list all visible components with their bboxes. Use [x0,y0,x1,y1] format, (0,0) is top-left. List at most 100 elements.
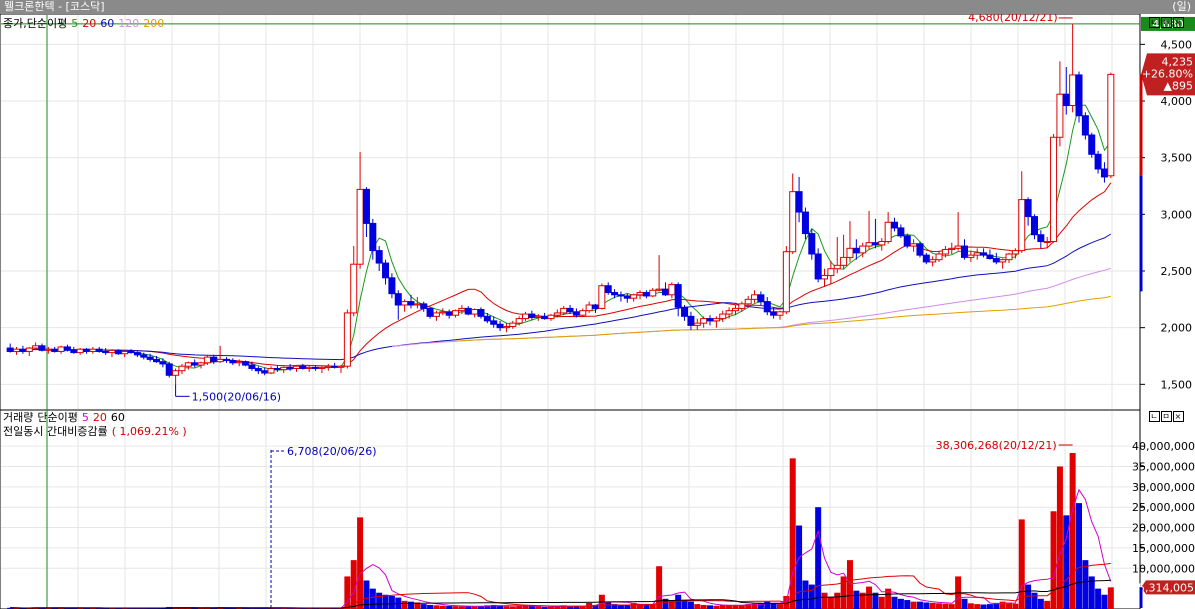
candle-body [986,254,994,260]
price-legend-label: 종가,단순이평 [3,17,68,30]
volume-bar [846,560,853,609]
candle-body [445,311,453,316]
candle-body [273,367,281,371]
candle-body [604,285,612,294]
volume-low-label: 6,708(20/06/26) [287,445,376,458]
volume-sub-legend: 전일동시 간대비증감률( 1,069.21% ) [3,425,191,438]
candle-body [891,221,899,229]
candle-body [509,322,517,328]
minimize-button[interactable]: ㄴ [1149,17,1160,28]
maximize-button[interactable]: ㅁ [1161,17,1172,28]
volume-bar [357,517,364,609]
candle-body [432,312,440,317]
candle-body [1062,93,1070,107]
volume-bar [942,603,949,609]
volume-bar [420,604,427,609]
candle-body [121,350,129,355]
candle-body [70,349,78,354]
volume-bar [929,602,936,609]
candle-body [566,307,574,313]
price-tick-label: 3,500 [1161,152,1193,165]
volume-bar [401,600,408,609]
candle-body [598,285,606,309]
vol-maximize-button[interactable]: ㅁ [1161,411,1172,422]
volume-bar [974,604,981,609]
candle-body [191,362,199,366]
candle-body [770,311,778,316]
candle-body [127,350,135,354]
candle-body [13,348,21,352]
candle-body [591,304,599,309]
candle-body [146,356,154,360]
volume-bar [923,602,930,609]
candle-body [324,365,332,368]
candle-body [178,365,186,372]
candle-body [1030,216,1038,236]
vol-minimize-button[interactable]: ㄴ [1149,411,1160,422]
candle-body [1081,115,1089,136]
volume-tick-label: 15,000,000 [1132,542,1195,555]
candle-body [312,366,320,369]
candle-body [547,314,555,320]
volume-bar [878,596,885,609]
candle-body [821,275,829,280]
volume-bar [815,507,822,609]
volume-panel-controls[interactable]: ㄴㅁ × [1148,411,1184,422]
candle-body [929,259,937,263]
candle-body [63,346,71,351]
window-titlebar: 웰크론한텍 - [코스닥] (일) [0,0,1195,14]
candle-body [382,262,390,279]
candle-body [44,348,52,351]
candle-body [337,365,345,368]
candle-body [910,243,918,247]
candle-body [700,318,708,324]
volume-bar [840,576,847,609]
candle-body [763,301,771,313]
volume-bar [687,601,694,609]
volume-ma-legend-label: 단순이평 [37,411,78,424]
candle-body [172,370,180,376]
candle-body [1075,74,1083,117]
candle-body [693,322,701,326]
candle-body [553,312,561,316]
candle-body [108,349,116,354]
volume-bar [1082,560,1089,609]
candle-body [292,365,300,369]
volume-ma-line-20 [10,562,1111,609]
price-tick-label: 4,500 [1161,38,1193,51]
candle-body [1024,199,1032,218]
volume-bar [866,586,873,609]
candle-body [407,301,415,306]
candle-body [248,364,256,369]
candle-body [840,256,848,266]
candle-body [76,348,84,354]
candle-body [388,277,396,295]
price-panel-controls[interactable]: ㄴㅁ × [1148,17,1184,28]
candle-body [980,252,988,256]
volume-bar [1031,592,1038,609]
close-button[interactable]: × [1173,17,1184,28]
candle-body [814,253,822,280]
period-label[interactable]: (일) [1172,0,1191,14]
ma-legend-120: 120 [118,17,140,30]
volume-legend-label: 거래량 [3,411,34,424]
vol-close-button[interactable]: × [1173,411,1184,422]
candle-body [254,367,262,372]
candle-body [948,247,956,250]
candle-body [744,298,752,305]
volume-bar [891,596,898,609]
candle-body [681,306,689,317]
candle-body [401,301,409,306]
volume-bar [980,604,987,609]
volume-bar [910,601,917,609]
candle-body [426,307,434,317]
candle-body [89,348,97,352]
price-tick-label: 3,000 [1161,208,1193,221]
candle-body [731,307,739,312]
volume-bar [802,580,809,609]
candle-body [458,307,466,312]
candle-body [229,360,237,364]
candle-body [25,347,33,352]
ma-legend-200: 200 [143,17,165,30]
candle-body [846,247,854,258]
